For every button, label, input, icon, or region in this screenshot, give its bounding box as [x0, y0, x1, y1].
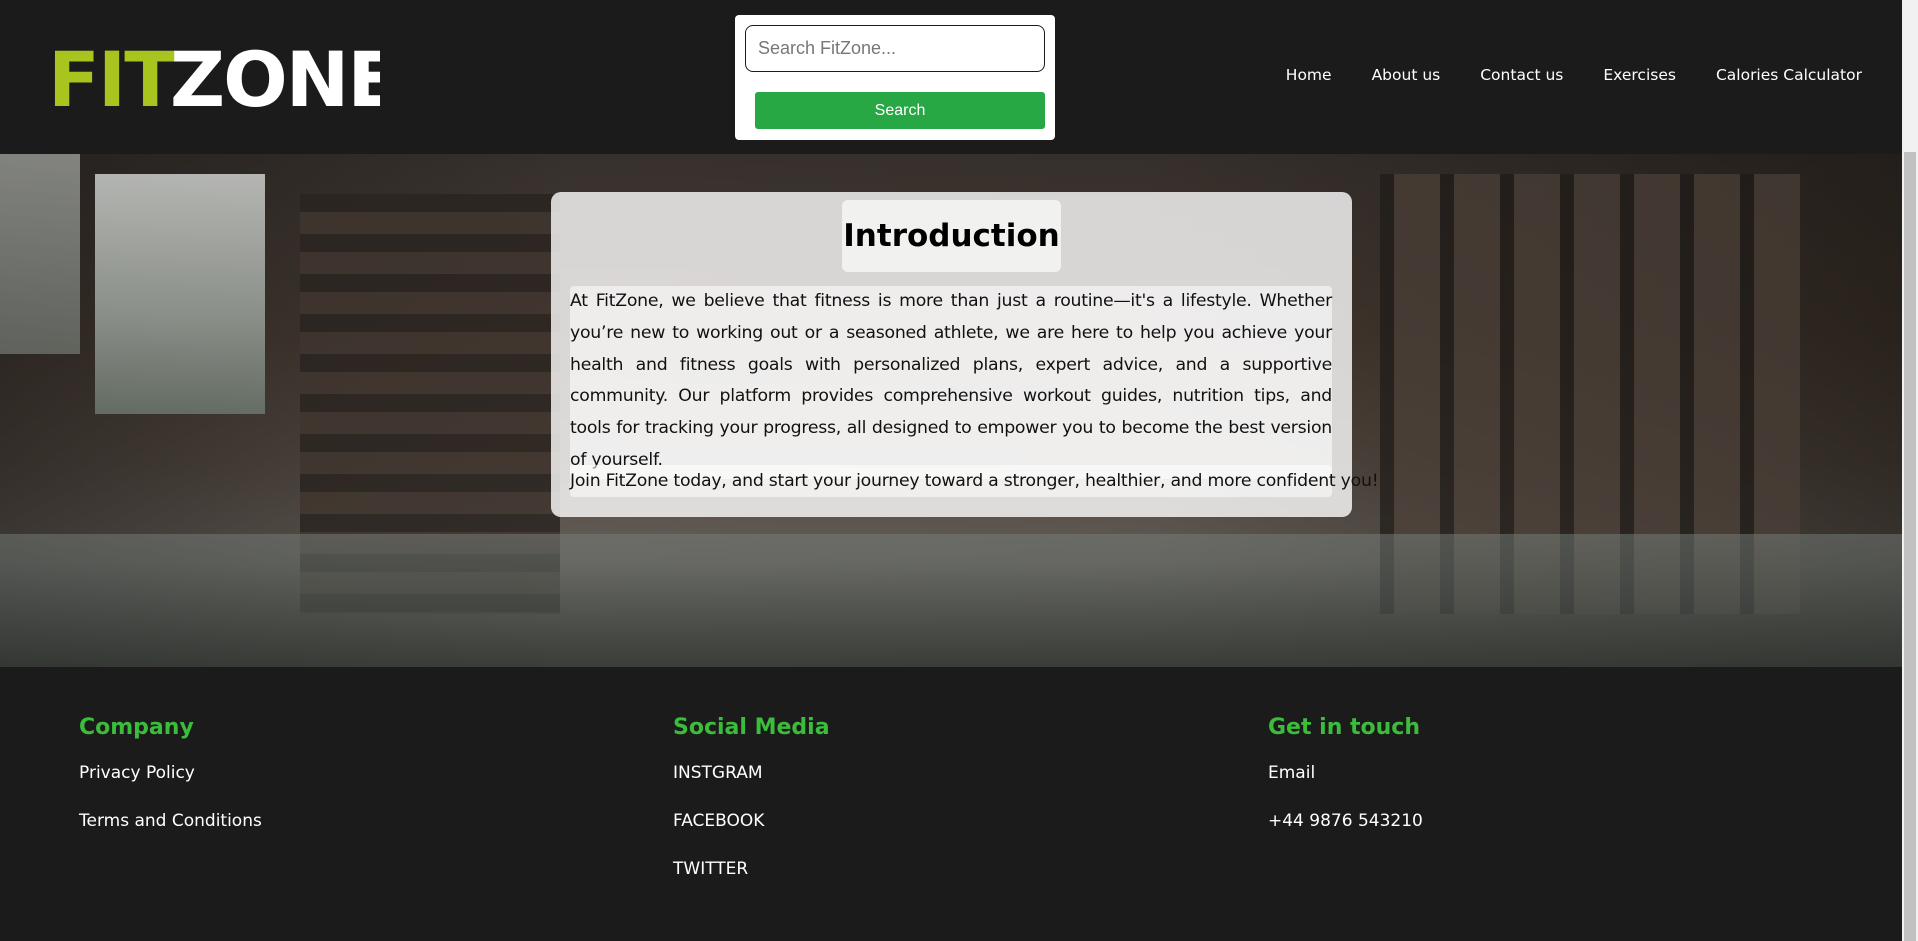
site-header: FIT ZONE Search Home About us Contact us…: [0, 0, 1902, 154]
footer-link-email[interactable]: Email: [1268, 763, 1423, 811]
nav-calories-calculator[interactable]: Calories Calculator: [1716, 66, 1862, 84]
search-button[interactable]: Search: [755, 92, 1045, 129]
logo-fit-text: FIT: [48, 44, 176, 110]
introduction-card: Introduction At FitZone, we believe that…: [551, 192, 1379, 517]
footer-link-instagram[interactable]: INSTGRAM: [673, 763, 830, 811]
page-scrollbar[interactable]: [1902, 0, 1918, 941]
footer-heading-company: Company: [79, 715, 194, 740]
footer-column-get-in-touch: Get in touch Email +44 9876 543210: [1268, 713, 1423, 859]
hero-background-floor: [0, 534, 1902, 667]
search-panel: Search: [735, 15, 1055, 140]
logo-zone-text: ZONE: [170, 44, 380, 110]
introduction-call-to-action: Join FitZone today, and start your journ…: [570, 465, 1379, 497]
introduction-paragraph: At FitZone, we believe that fitness is m…: [570, 286, 1332, 479]
page: FIT ZONE Search Home About us Contact us…: [0, 0, 1902, 941]
footer-column-social-media: Social Media INSTGRAM FACEBOOK TWITTER: [673, 713, 830, 907]
introduction-title: Introduction: [843, 218, 1060, 254]
footer-link-terms-and-conditions[interactable]: Terms and Conditions: [79, 811, 262, 859]
search-input[interactable]: [745, 25, 1045, 72]
hero-background-window: [95, 174, 265, 414]
introduction-title-box: Introduction: [842, 200, 1061, 272]
scrollbar-thumb[interactable]: [1904, 152, 1916, 941]
hero-section: Introduction At FitZone, we believe that…: [0, 154, 1902, 667]
nav-contact-us[interactable]: Contact us: [1480, 66, 1563, 84]
site-footer: Company Privacy Policy Terms and Conditi…: [0, 667, 1902, 941]
footer-column-company: Company Privacy Policy Terms and Conditi…: [79, 713, 262, 859]
fitzone-logo-image: FIT ZONE: [48, 44, 380, 110]
nav-home[interactable]: Home: [1286, 66, 1332, 84]
footer-heading-get-in-touch: Get in touch: [1268, 715, 1421, 740]
footer-link-phone[interactable]: +44 9876 543210: [1268, 811, 1423, 859]
main-nav: Home About us Contact us Exercises Calor…: [1246, 66, 1862, 84]
fitzone-logo[interactable]: FIT ZONE: [48, 44, 380, 110]
hero-background-window-left: [0, 154, 80, 354]
footer-link-facebook[interactable]: FACEBOOK: [673, 811, 830, 859]
nav-exercises[interactable]: Exercises: [1603, 66, 1676, 84]
footer-heading-social-media: Social Media: [673, 715, 830, 740]
nav-about-us[interactable]: About us: [1372, 66, 1441, 84]
footer-link-twitter[interactable]: TWITTER: [673, 859, 830, 907]
footer-link-privacy-policy[interactable]: Privacy Policy: [79, 763, 262, 811]
